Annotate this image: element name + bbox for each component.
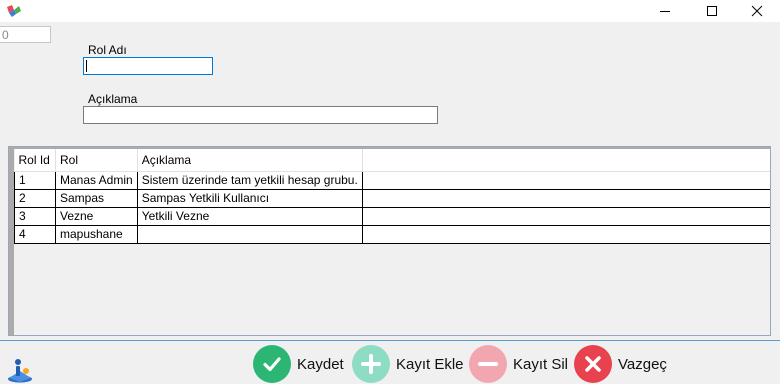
column-header-filler (362, 149, 770, 172)
add-record-button[interactable]: Kayıt Ekle (352, 345, 464, 383)
cell-rol[interactable]: Vezne (54, 206, 138, 226)
roles-grid[interactable]: Rol Id Rol Açıklama 1 Manas Admin Sistem… (8, 146, 771, 336)
cancel-button[interactable]: Vazgeç (574, 345, 667, 383)
x-icon (574, 345, 612, 383)
rol-id-field[interactable]: 0 (0, 26, 51, 43)
close-button[interactable] (734, 0, 780, 22)
header-row: Rol Id Rol Açıklama (14, 149, 770, 172)
cell-rol-id[interactable]: 2 (14, 188, 56, 208)
maximize-icon (707, 6, 717, 16)
cancel-label: Vazgeç (618, 355, 667, 373)
table-row[interactable]: 4 mapushane (14, 224, 770, 244)
table-row[interactable]: 3 Vezne Yetkili Vezne (14, 206, 770, 226)
cell-filler[interactable] (361, 170, 770, 190)
cell-aciklama[interactable]: Sistem üzerinde tam yetkili hesap grubu. (136, 170, 363, 190)
delete-record-button[interactable]: Kayıt Sil (469, 345, 568, 383)
maximize-button[interactable] (689, 0, 735, 22)
add-record-label: Kayıt Ekle (396, 355, 464, 373)
column-header-rol-id[interactable]: Rol Id (14, 149, 56, 172)
grid-body: Rol Id Rol Açıklama 1 Manas Admin Sistem… (14, 149, 770, 335)
text-caret (86, 60, 87, 72)
delete-record-label: Kayıt Sil (513, 355, 569, 373)
rol-adi-input[interactable] (83, 57, 213, 75)
column-header-rol[interactable]: Rol (55, 149, 138, 172)
rol-adi-label: Rol Adı (88, 43, 127, 57)
cell-filler[interactable] (361, 188, 770, 208)
check-icon (253, 345, 291, 383)
save-label: Kaydet (297, 355, 344, 373)
table-row[interactable]: 2 Sampas Sampas Yetkili Kullanıcı (14, 188, 770, 208)
table-row[interactable]: 1 Manas Admin Sistem üzerinde tam yetkil… (14, 170, 770, 190)
cell-rol[interactable]: Sampas (54, 188, 138, 208)
close-icon (751, 5, 763, 17)
app-icon (7, 5, 21, 17)
roles-table: Rol Id Rol Açıklama 1 Manas Admin Sistem… (14, 149, 770, 244)
aciklama-input[interactable] (83, 106, 438, 124)
save-button[interactable]: Kaydet (253, 345, 344, 383)
column-header-aciklama[interactable]: Açıklama (137, 149, 363, 172)
minus-icon (469, 345, 507, 383)
cell-aciklama[interactable]: Sampas Yetkili Kullanıcı (136, 188, 363, 208)
cell-rol[interactable]: Manas Admin (54, 170, 138, 190)
cell-filler[interactable] (361, 224, 770, 244)
title-bar (0, 0, 780, 22)
plus-icon (352, 345, 390, 383)
cell-rol-id[interactable]: 3 (14, 206, 56, 226)
minimize-button[interactable] (642, 0, 688, 22)
aciklama-label: Açıklama (88, 92, 138, 106)
cell-rol-id[interactable]: 4 (14, 224, 56, 244)
cell-filler[interactable] (361, 206, 770, 226)
bottom-separator (0, 340, 780, 341)
info-icon[interactable] (6, 357, 34, 383)
minimize-icon (660, 11, 670, 12)
cell-rol-id[interactable]: 1 (14, 170, 56, 190)
cell-rol[interactable]: mapushane (54, 224, 138, 244)
cell-aciklama[interactable] (136, 224, 363, 244)
cell-aciklama[interactable]: Yetkili Vezne (136, 206, 363, 226)
